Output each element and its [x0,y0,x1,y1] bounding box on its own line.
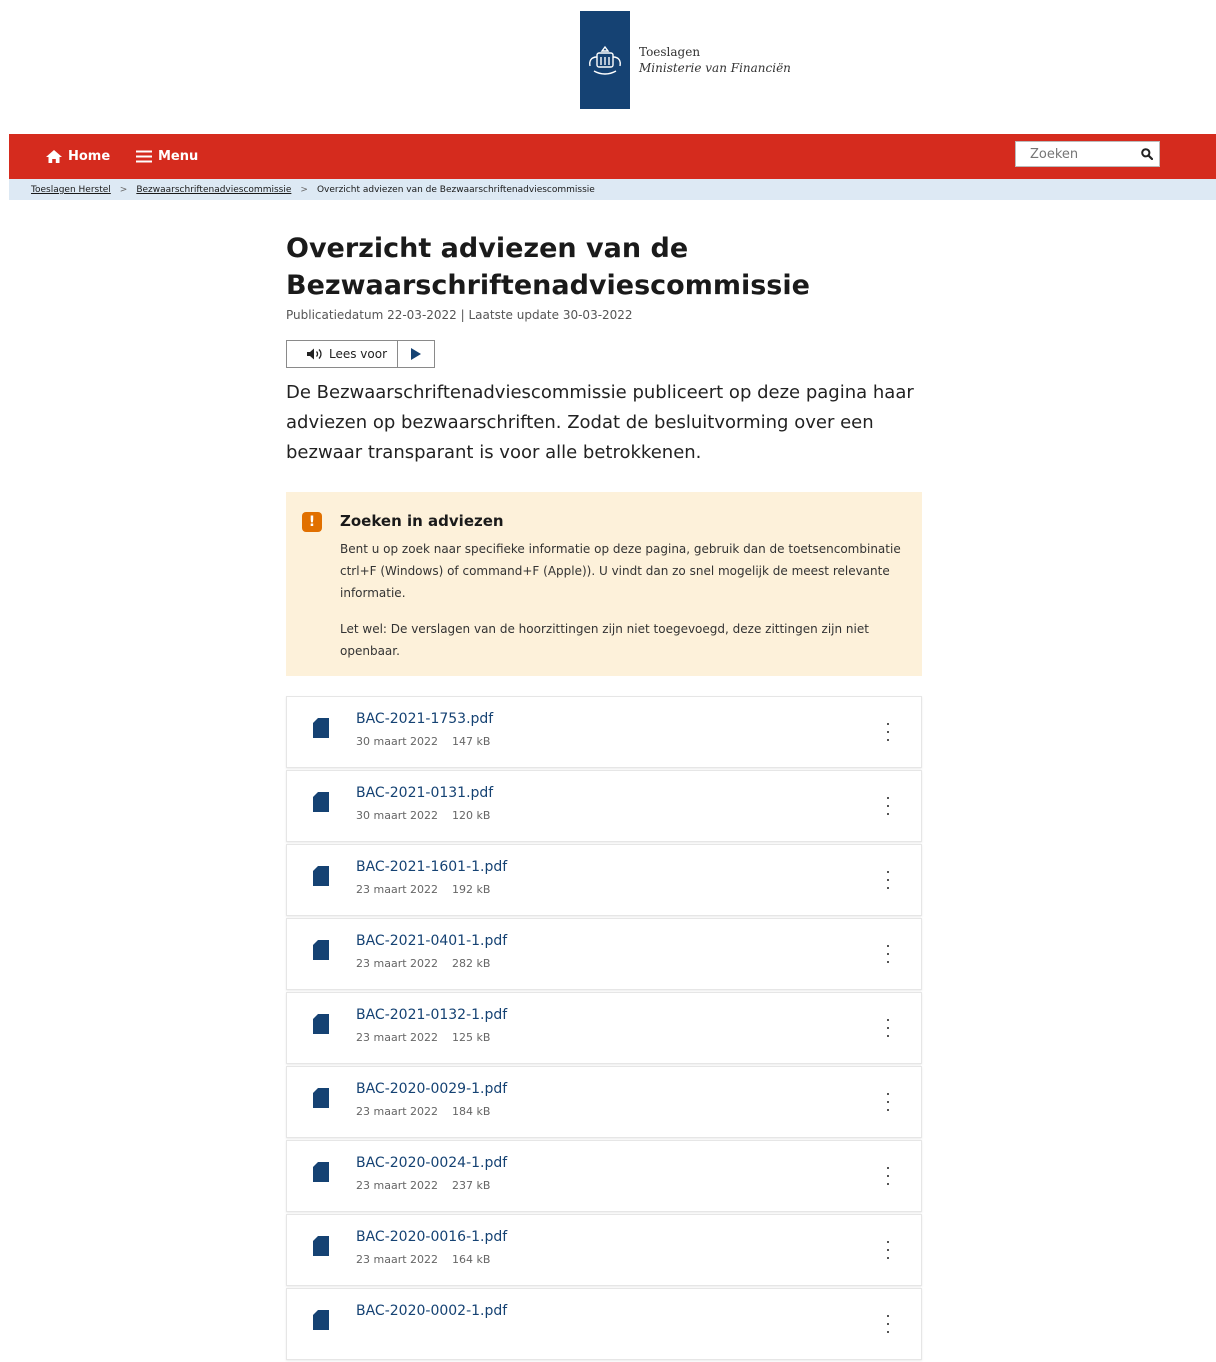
file-date: 23 maart 2022 [356,1105,439,1118]
file-meta: 30 maart 2022 147 kB [356,735,490,748]
more-options-icon[interactable] [885,1167,891,1185]
more-options-icon[interactable] [885,1093,891,1111]
file-date: 30 maart 2022 [356,809,439,822]
file-date: 30 maart 2022 [356,735,439,748]
logo-line-2: Ministerie van Financiën [639,61,791,75]
search-button[interactable] [1134,142,1159,166]
document-icon [313,866,329,886]
nav-home-label: Home [68,149,111,164]
readspeaker-widget: Lees voor [286,340,436,368]
more-options-icon[interactable] [885,871,891,889]
hamburger-menu-icon [136,150,152,163]
breadcrumb-link-bezwaarschriftenadviescommissie[interactable]: Bezwaarschriftenadviescommissie [136,185,291,195]
file-name-link[interactable]: BAC-2021-1753.pdf [356,711,493,727]
more-options-icon[interactable] [885,945,891,963]
file-size: 125 kB [452,1031,491,1044]
nav-menu-button[interactable]: Menu [136,134,198,179]
search-tip-notice: ! Zoeken in adviezen Bent u op zoek naar… [286,492,922,676]
publication-date: Publicatiedatum 22-03-2022 | Laatste upd… [286,308,633,322]
read-aloud-button[interactable]: Lees voor [287,341,399,367]
file-list: BAC-2021-1753.pdf 30 maart 2022 147 kB BA… [286,696,922,1360]
file-meta: 30 maart 2022 120 kB [356,809,490,822]
document-icon [313,1236,329,1256]
play-icon [411,348,422,360]
file-name-link[interactable]: BAC-2020-0002-1.pdf [356,1303,507,1319]
site-logo[interactable]: Toeslagen Ministerie van Financiën [580,11,791,109]
file-list-item[interactable]: BAC-2020-0024-1.pdf 23 maart 2022 237 kB [286,1140,922,1212]
page-title: Overzicht adviezen van de Bezwaarschrift… [286,233,810,301]
file-date: 23 maart 2022 [356,883,439,896]
main-content: Overzicht adviezen van de Bezwaarschrift… [286,230,922,1362]
file-name-link[interactable]: BAC-2021-1601-1.pdf [356,859,507,875]
notice-paragraph-2: Let wel: De verslagen van de hoorzitting… [340,622,869,658]
file-list-item[interactable]: BAC-2021-0132-1.pdf 23 maart 2022 125 kB [286,992,922,1064]
file-meta: 23 maart 2022 125 kB [356,1031,490,1044]
file-name-link[interactable]: BAC-2020-0029-1.pdf [356,1081,507,1097]
search-input[interactable] [1016,146,1134,162]
nav-menu-label: Menu [158,149,199,164]
file-name-link[interactable]: BAC-2021-0131.pdf [356,785,493,801]
breadcrumb-link-toeslagen-herstel[interactable]: Toeslagen Herstel [31,185,111,195]
file-list-item[interactable]: BAC-2021-0401-1.pdf 23 maart 2022 282 kB [286,918,922,990]
play-button[interactable] [398,341,434,367]
file-size: 184 kB [452,1105,491,1118]
breadcrumb-current: Overzicht adviezen van de Bezwaarschrift… [316,184,595,195]
main-navigation: Home Menu [9,134,1216,179]
file-meta: 23 maart 2022 282 kB [356,957,490,970]
document-icon [313,792,329,812]
read-aloud-label: Lees voor [329,347,388,361]
file-name-link[interactable]: BAC-2021-0132-1.pdf [356,1007,507,1023]
file-size: 192 kB [452,883,491,896]
more-options-icon[interactable] [885,1315,891,1333]
intro-text: De Bezwaarschriftenadviescommissie publi… [286,382,914,463]
file-name-link[interactable]: BAC-2020-0024-1.pdf [356,1155,507,1171]
file-name-link[interactable]: BAC-2021-0401-1.pdf [356,933,507,949]
more-options-icon[interactable] [885,797,891,815]
document-icon [313,1088,329,1108]
breadcrumb-separator: > [119,184,128,195]
document-icon [313,940,329,960]
file-size: 237 kB [452,1179,491,1192]
warning-icon: ! [302,512,322,532]
breadcrumb-separator: > [300,184,308,195]
file-meta: 23 maart 2022 237 kB [356,1179,490,1192]
document-icon [313,718,329,738]
logo-wordmark: Toeslagen Ministerie van Financiën [639,44,791,76]
file-date: 23 maart 2022 [356,1031,439,1044]
file-name-link[interactable]: BAC-2020-0016-1.pdf [356,1229,507,1245]
speaker-icon [307,348,322,360]
file-size: 282 kB [452,957,491,970]
logo-line-1: Toeslagen [639,45,701,59]
file-date: 23 maart 2022 [356,1179,439,1192]
file-date: 23 maart 2022 [356,1253,439,1266]
home-icon [46,150,62,163]
file-list-item[interactable]: BAC-2021-1601-1.pdf 23 maart 2022 192 kB [286,844,922,916]
notice-title: Zoeken in adviezen [340,512,504,530]
breadcrumb: Toeslagen Herstel > Bezwaarschriftenadvi… [9,179,1216,200]
document-icon [313,1162,329,1182]
file-list-item[interactable]: BAC-2020-0002-1.pdf [286,1288,922,1360]
search-icon [1140,148,1153,160]
file-list-item[interactable]: BAC-2020-0029-1.pdf 23 maart 2022 184 kB [286,1066,922,1138]
file-list-item[interactable]: BAC-2020-0016-1.pdf 23 maart 2022 164 kB [286,1214,922,1286]
file-size: 164 kB [452,1253,491,1266]
file-meta [356,1327,370,1340]
file-list-item[interactable]: BAC-2021-1753.pdf 30 maart 2022 147 kB [286,696,922,768]
file-size: 147 kB [452,735,491,748]
file-meta: 23 maart 2022 164 kB [356,1253,490,1266]
file-date: 23 maart 2022 [356,957,439,970]
search-form [1015,141,1160,167]
notice-paragraph-1: Bent u op zoek naar specifieke informati… [340,542,901,600]
document-icon [313,1014,329,1034]
document-icon [313,1310,329,1330]
rijksoverheid-emblem-icon [580,11,630,109]
file-meta: 23 maart 2022 192 kB [356,883,490,896]
more-options-icon[interactable] [885,1241,891,1259]
file-list-item[interactable]: BAC-2021-0131.pdf 30 maart 2022 120 kB [286,770,922,842]
nav-home-link[interactable]: Home [46,134,110,179]
file-meta: 23 maart 2022 184 kB [356,1105,490,1118]
more-options-icon[interactable] [885,1019,891,1037]
file-size: 120 kB [452,809,491,822]
more-options-icon[interactable] [885,723,891,741]
